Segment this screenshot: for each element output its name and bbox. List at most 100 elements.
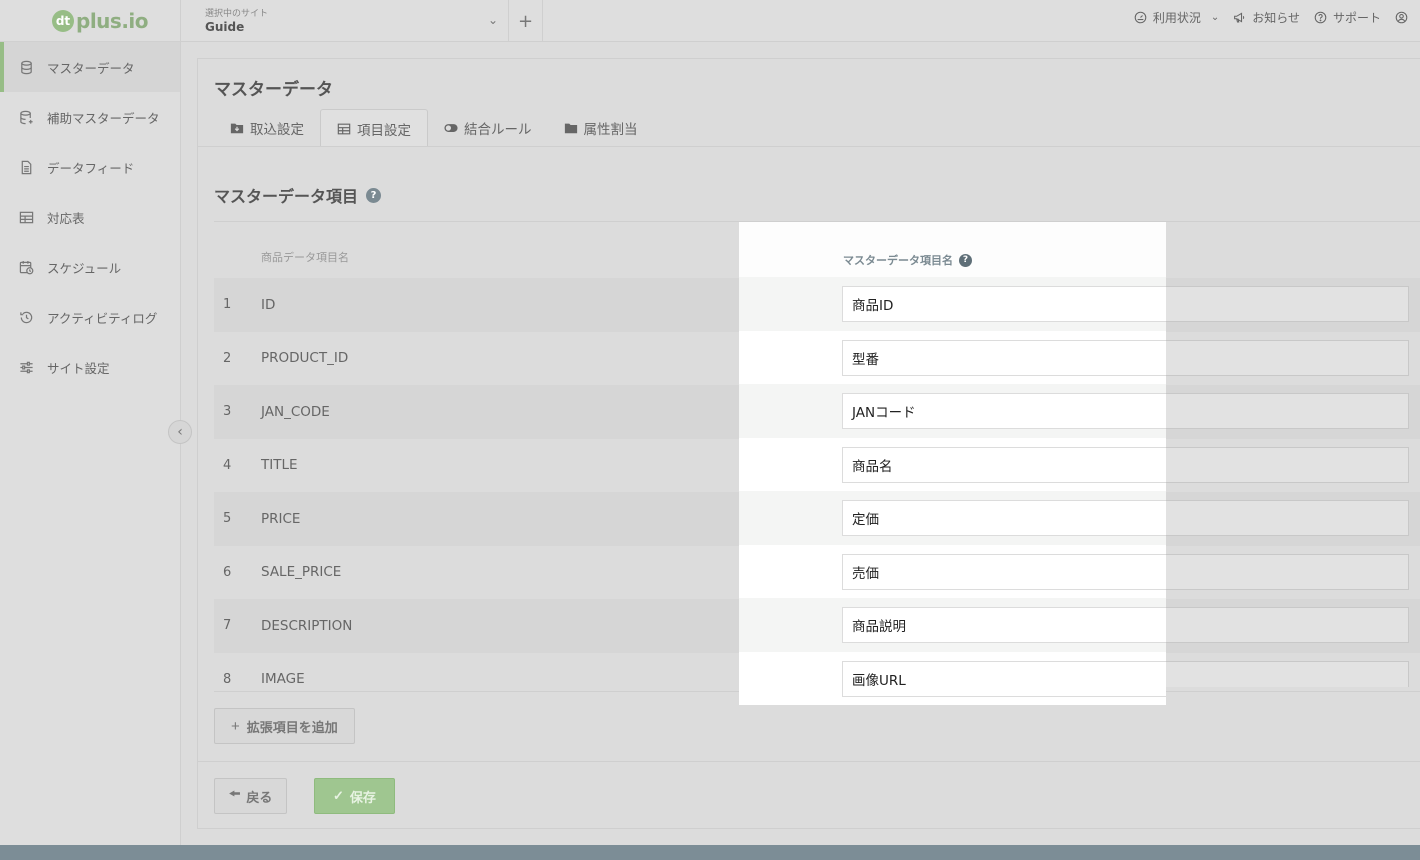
- plus-icon: +: [231, 717, 240, 735]
- chevron-left-icon: ‹: [177, 424, 183, 440]
- logo[interactable]: dt plus.io: [0, 0, 180, 42]
- question-circle-icon: [1314, 11, 1327, 23]
- section-title: マスターデータ項目 ?: [214, 183, 382, 207]
- sidebar-item-activity-log[interactable]: アクティビティログ: [0, 292, 180, 342]
- usage-menu-label: 利用状況: [1152, 10, 1201, 25]
- source-field-name: SALE_PRICE: [261, 564, 342, 581]
- arrow-left-icon: 🠘: [229, 786, 241, 801]
- source-field-name: PRICE: [261, 510, 301, 527]
- source-field-name: JAN_CODE: [261, 403, 330, 420]
- tab-divider: [198, 146, 1420, 147]
- sidebar-item-schedule[interactable]: スケジュール: [0, 242, 180, 292]
- row-number: 5: [223, 511, 232, 527]
- megaphone-icon: [1234, 12, 1245, 22]
- account-menu[interactable]: [1395, 11, 1414, 24]
- support-link-label: サポート: [1332, 10, 1381, 25]
- tab-label: 属性割当: [583, 122, 638, 138]
- sidebar-item-label: 補助マスターデータ: [47, 110, 160, 126]
- master-field-input-tail: [1166, 393, 1409, 429]
- grid-icon: [337, 123, 351, 134]
- source-field-name: DESCRIPTION: [261, 617, 353, 634]
- sidebar-nav: マスターデータ 補助マスターデータ データフィード 対応表 スケジュール アクテ…: [0, 42, 180, 392]
- save-button-label: 保存: [349, 789, 376, 805]
- section-title-text: マスターデータ項目: [214, 187, 359, 206]
- page-title: マスターデータ: [214, 80, 333, 100]
- sidebar-item-label: データフィード: [47, 160, 135, 176]
- chevron-down-icon: ⌄: [1210, 11, 1220, 23]
- row-number: 8: [223, 671, 232, 687]
- tab-field-settings[interactable]: 項目設定: [320, 109, 428, 147]
- row-number: 2: [223, 350, 232, 366]
- gauge-icon: [1134, 11, 1147, 23]
- import-icon: [230, 123, 244, 134]
- back-button-label: 戻る: [246, 789, 273, 805]
- sidebar-collapse-button[interactable]: ‹: [168, 420, 192, 444]
- bottom-status-bar: [0, 845, 1420, 860]
- site-selector-value: Guide: [205, 20, 245, 34]
- tab-import-settings[interactable]: 取込設定: [214, 109, 320, 147]
- logo-text: plus.io: [76, 8, 149, 33]
- plus-icon: +: [517, 10, 534, 32]
- document-icon: [18, 159, 34, 175]
- sidebar-item-mapping-table[interactable]: 対応表: [0, 192, 180, 242]
- sidebar-item-site-settings[interactable]: サイト設定: [0, 342, 180, 392]
- calendar-clock-icon: [18, 259, 34, 275]
- sidebar-item-label: 対応表: [47, 210, 85, 226]
- sidebar-item-label: アクティビティログ: [47, 310, 158, 326]
- toggle-icon: [444, 124, 458, 132]
- master-field-input-tail: [1166, 500, 1409, 536]
- sidebar: dt plus.io マスターデータ 補助マスターデータ データフィード 対応表…: [0, 0, 181, 845]
- row-number: 4: [223, 457, 232, 473]
- logo-mark: dt: [52, 9, 74, 32]
- sidebar-item-label: マスターデータ: [47, 60, 135, 76]
- database-plus-icon: [18, 109, 34, 125]
- master-field-input-tail: [1166, 607, 1409, 643]
- database-icon: [18, 59, 34, 75]
- tab-bar: 取込設定 項目設定 結合ルール 属性割当: [214, 109, 654, 147]
- master-field-column-overflow: [1166, 222, 1420, 687]
- row-number: 1: [223, 297, 232, 313]
- row-number: 7: [223, 618, 232, 634]
- source-field-name: ID: [261, 296, 276, 313]
- add-site-button[interactable]: +: [509, 0, 543, 42]
- column-header-source-field: 商品データ項目名: [261, 251, 349, 264]
- save-button[interactable]: ✓ 保存: [314, 778, 395, 814]
- sidebar-item-label: スケジュール: [47, 260, 122, 276]
- history-icon: [18, 309, 34, 325]
- tab-label: 結合ルール: [464, 122, 532, 138]
- sidebar-item-aux-master-data[interactable]: 補助マスターデータ: [0, 92, 180, 142]
- table-divider: [214, 691, 1420, 692]
- master-field-input-tail: [1166, 660, 1409, 687]
- master-field-input-tail: [1166, 446, 1409, 483]
- footer-divider: [198, 761, 1420, 762]
- news-link-label: お知らせ: [1252, 10, 1300, 25]
- master-field-input-tail: [1166, 553, 1409, 590]
- tab-attribute-assignment[interactable]: 属性割当: [548, 109, 654, 147]
- site-selector-label: 選択中のサイト: [205, 9, 269, 19]
- news-link[interactable]: お知らせ: [1233, 9, 1300, 26]
- tab-merge-rules[interactable]: 結合ルール: [428, 109, 548, 147]
- usage-menu[interactable]: 利用状況 ⌄: [1134, 9, 1219, 26]
- user-circle-icon: [1395, 11, 1408, 23]
- master-field-input-tail: [1166, 286, 1409, 322]
- top-links: 利用状況 ⌄ お知らせ サポート: [1134, 0, 1420, 34]
- support-link[interactable]: サポート: [1314, 9, 1381, 26]
- tab-label: 項目設定: [357, 122, 411, 139]
- sidebar-item-master-data[interactable]: マスターデータ: [0, 42, 180, 92]
- row-number: 3: [223, 404, 232, 420]
- add-extension-field-button[interactable]: + 拡張項目を追加: [214, 708, 355, 744]
- help-icon[interactable]: ?: [366, 187, 382, 203]
- source-field-name: TITLE: [261, 457, 298, 474]
- master-field-input-tail: [1166, 339, 1409, 376]
- row-number: 6: [223, 564, 232, 580]
- add-extension-field-label: 拡張項目を追加: [246, 719, 338, 735]
- tab-label: 取込設定: [250, 122, 304, 138]
- site-selector[interactable]: 選択中のサイト Guide ⌄: [181, 0, 509, 42]
- back-button[interactable]: 🠘 戻る: [214, 778, 288, 814]
- sliders-icon: [18, 359, 34, 375]
- topbar: 選択中のサイト Guide ⌄ + 利用状況 ⌄ お知らせ サポート: [181, 0, 1420, 42]
- sidebar-item-data-feed[interactable]: データフィード: [0, 142, 180, 192]
- table-icon: [18, 209, 34, 225]
- source-field-name: PRODUCT_ID: [261, 350, 349, 367]
- check-icon: ✓: [333, 788, 344, 803]
